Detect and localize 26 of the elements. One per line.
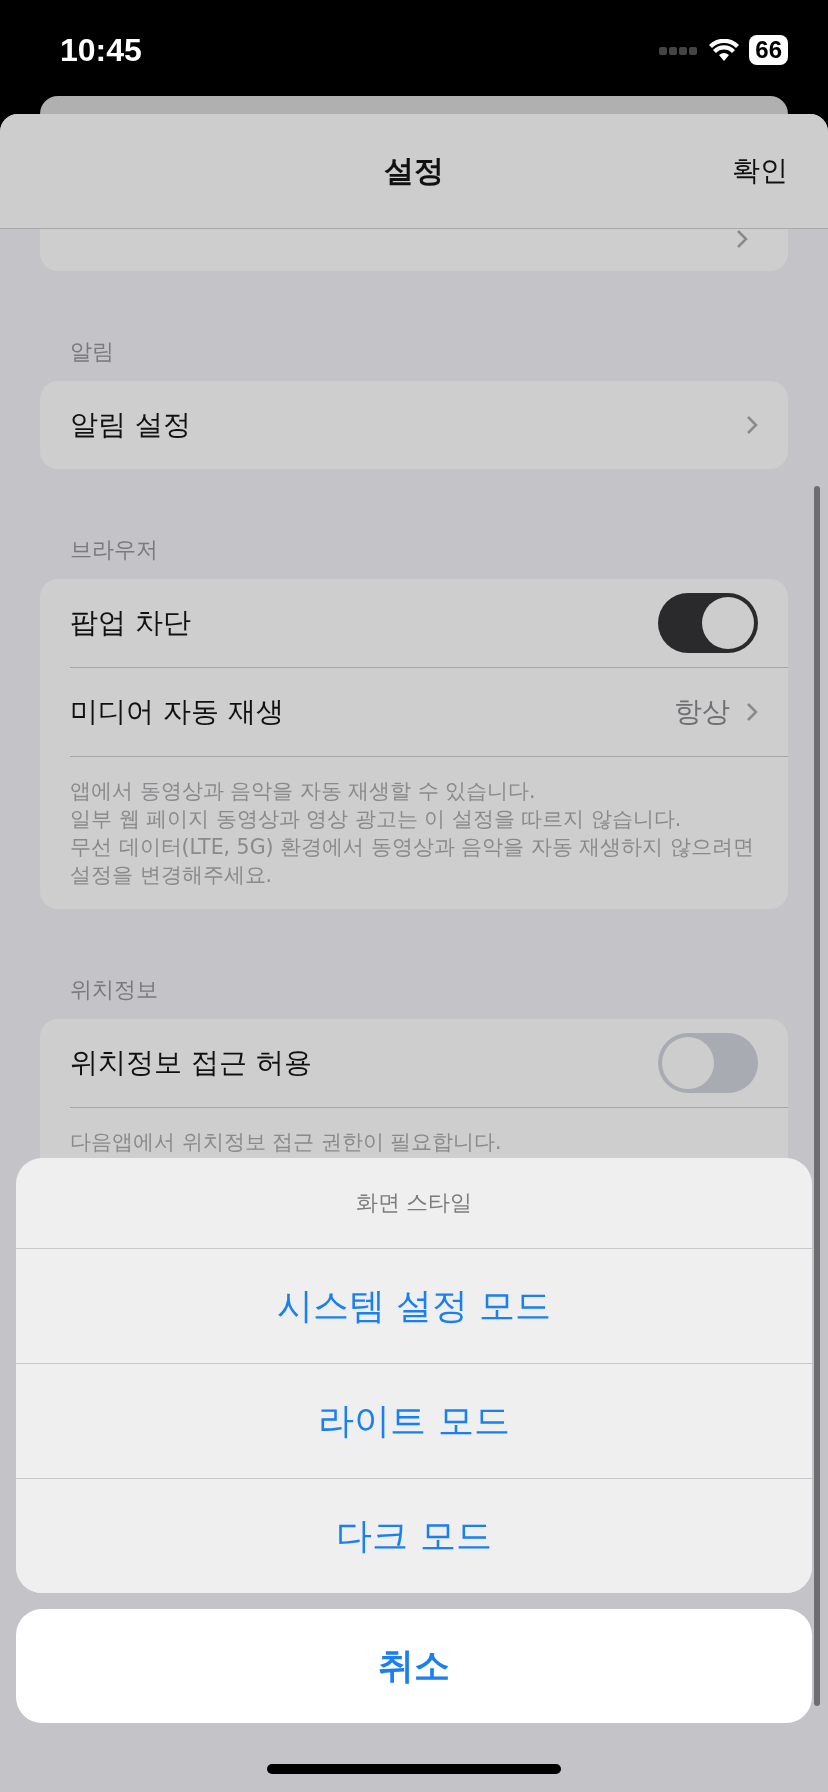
chevron-icon (736, 229, 748, 249)
page-title: 설정 (384, 151, 444, 190)
chevron-icon (746, 702, 758, 722)
section-header: 위치정보 (69, 976, 159, 1004)
row-value: 항상 (674, 694, 730, 730)
toggle-switch[interactable] (658, 1033, 758, 1093)
row-label: 미디어 자동 재생 (70, 694, 284, 730)
signal-icon (659, 45, 700, 55)
description-text: 앱에서 동영상과 음악을 자동 재생할 수 있습니다. 일부 웹 페이지 동영상과 영상 광고는 이 설정을 따르지 않습니다. 무선 데이터(LTE, 5G) 환경에서 동영상과 음악을 자동 재생하지 않으려면 설정을 변경해주세요. (70, 756, 788, 909)
sheet-title: 화면 스타일 (354, 1189, 474, 1217)
settings-row[interactable]: 팝업 차단 (70, 579, 788, 667)
chevron-icon (746, 415, 758, 435)
row-label: 팝업 차단 (70, 605, 191, 641)
cancel-button[interactable]: 취소 (16, 1609, 812, 1723)
row-label: 위치정보 접근 허용 (70, 1045, 312, 1081)
section-header: 알림 (69, 338, 115, 366)
settings-row[interactable]: 미디어 자동 재생 항상 (70, 667, 788, 756)
status-time: 10:45 (60, 31, 142, 69)
confirm-button[interactable]: 확인 (732, 152, 788, 190)
row-label: 알림 설정 (70, 407, 191, 443)
battery-icon: 66 (749, 35, 788, 65)
settings-row[interactable]: 위치정보 접근 허용 (70, 1019, 788, 1107)
settings-row[interactable]: 알림 설정 (70, 381, 788, 469)
wifi-icon (709, 39, 740, 61)
toggle-switch[interactable] (658, 593, 758, 653)
section-header: 브라우저 (69, 536, 159, 564)
